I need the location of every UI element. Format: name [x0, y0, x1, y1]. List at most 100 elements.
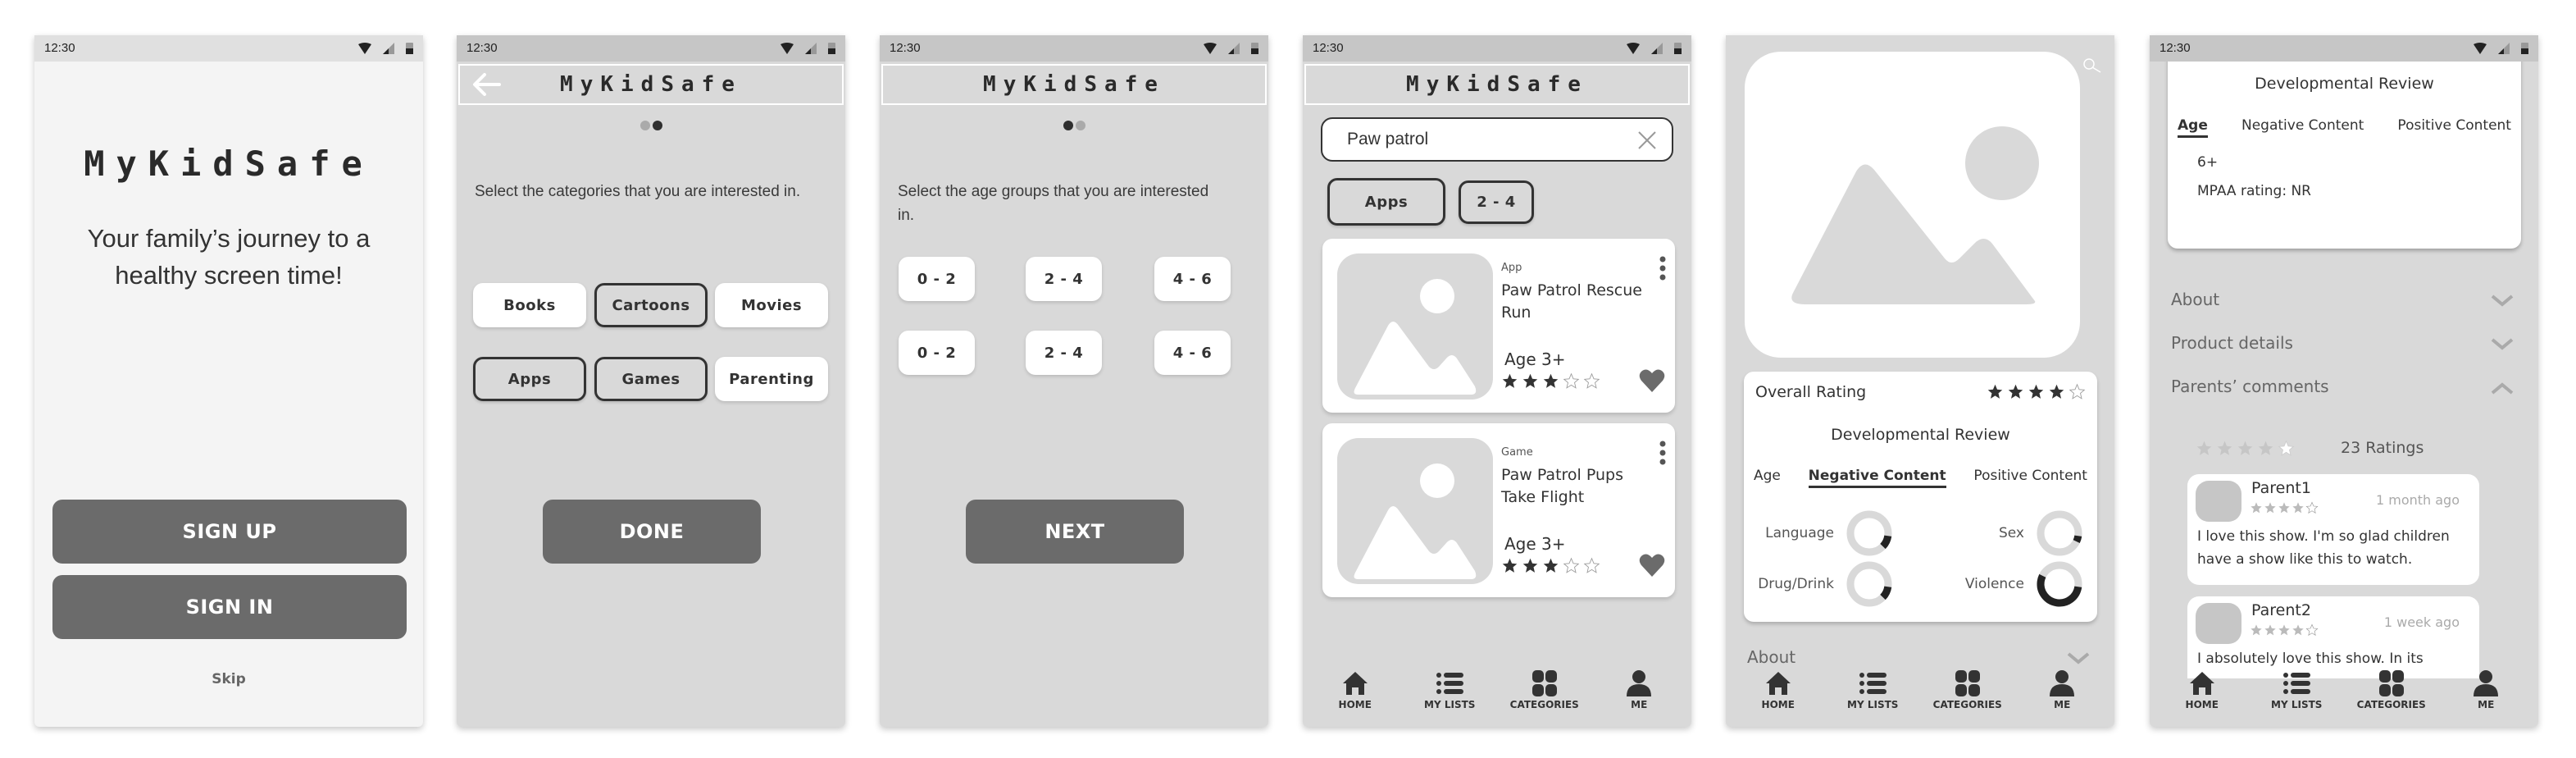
tab-age[interactable]: Age — [1754, 468, 1781, 488]
age-chip-0-2[interactable]: 0 - 2 — [899, 257, 975, 301]
comment-author: Parent1 — [2251, 479, 2311, 497]
clear-search-icon[interactable] — [1637, 130, 1657, 150]
age-chip-4-6[interactable]: 4 - 6 — [1154, 331, 1231, 375]
search-field[interactable] — [1321, 117, 1673, 162]
grid-icon — [1954, 669, 1982, 697]
result-card[interactable]: App Paw Patrol Rescue Run Age 3+ — [1322, 239, 1675, 413]
sign-up-button[interactable]: SIGN UP — [52, 500, 407, 564]
star-filled-icon — [2292, 501, 2305, 514]
done-button[interactable]: DONE — [543, 500, 761, 564]
star-filled-icon — [1542, 372, 1559, 390]
avatar — [2196, 603, 2241, 644]
wifi-icon — [2474, 42, 2487, 54]
home-icon — [1764, 669, 1792, 697]
age-chip-4-6[interactable]: 4 - 6 — [1154, 257, 1231, 301]
age-chip-0-2[interactable]: 0 - 2 — [899, 331, 975, 375]
skip-link[interactable]: Skip — [34, 671, 423, 687]
nav-home[interactable]: HOME — [1733, 669, 1823, 710]
gauge-track — [1846, 561, 1892, 607]
star-filled-icon — [2264, 501, 2277, 514]
gauge-label: Drug/Drink — [1758, 576, 1834, 592]
age-prompt: Select the age groups that you are inter… — [898, 183, 1209, 224]
rating-card: Overall Rating Developmental Review Age … — [1744, 372, 2097, 622]
star-empty-icon — [1563, 372, 1580, 390]
nav-categories[interactable]: CATEGORIES — [1923, 669, 2013, 710]
age-content: 6+ MPAA rating: NR — [2197, 148, 2311, 206]
page-dot — [1075, 121, 1085, 130]
wifi-icon — [358, 42, 371, 54]
bottom-nav: HOME MY LISTS CATEGORIES ME — [2150, 669, 2538, 727]
chevron-up-icon — [2491, 382, 2514, 395]
nav-label: HOME — [2185, 699, 2219, 710]
category-chip-books[interactable]: Books — [473, 283, 586, 327]
nav-my-lists[interactable]: MY LISTS — [2251, 669, 2342, 710]
nav-my-lists[interactable]: MY LISTS — [1404, 669, 1495, 710]
nav-me[interactable]: ME — [1594, 669, 1684, 710]
accordion-product-details[interactable]: Product details — [2150, 328, 2538, 361]
category-chip-movies[interactable]: Movies — [715, 283, 828, 327]
tab-negative-content[interactable]: Negative Content — [2241, 117, 2364, 138]
comment-time: 1 week ago — [2383, 614, 2460, 630]
page-dot-active — [652, 121, 662, 130]
battery-icon — [1674, 43, 1682, 54]
tab-positive-content[interactable]: Positive Content — [2397, 117, 2511, 138]
dev-review-tabs: Age Negative Content Positive Content — [2168, 117, 2521, 138]
signal-icon — [1651, 42, 1663, 54]
sign-in-button[interactable]: SIGN IN — [52, 575, 407, 639]
star-filled-icon — [2257, 440, 2274, 457]
ratings-summary: 23 Ratings — [2196, 439, 2424, 457]
detail-screen: Overall Rating Developmental Review Age … — [1726, 35, 2114, 727]
star-filled-icon — [2048, 383, 2065, 400]
zoom-icon[interactable] — [2079, 57, 2104, 75]
battery-icon — [828, 43, 835, 54]
category-chip-parenting[interactable]: Parenting — [715, 357, 828, 401]
status-time: 12:30 — [890, 41, 921, 55]
chevron-down-icon — [2491, 338, 2514, 350]
tab-age[interactable]: Age — [2178, 117, 2208, 138]
accordion-about[interactable]: About — [2150, 285, 2538, 317]
category-chip-cartoons[interactable]: Cartoons — [594, 283, 708, 327]
search-input[interactable] — [1347, 127, 1618, 152]
filter-chip-apps[interactable]: Apps — [1327, 178, 1445, 226]
more-options-icon[interactable] — [1659, 440, 1667, 466]
nav-home[interactable]: HOME — [2157, 669, 2247, 710]
chevron-down-icon — [2067, 652, 2090, 664]
category-chip-apps[interactable]: Apps — [473, 357, 586, 401]
gauge-ring — [1846, 510, 1892, 556]
nav-my-lists[interactable]: MY LISTS — [1827, 669, 1918, 710]
nav-label: HOME — [1761, 699, 1795, 710]
category-chip-games[interactable]: Games — [594, 357, 708, 401]
age-chip-2-4[interactable]: 2 - 4 — [1026, 331, 1102, 375]
filter-chip-age[interactable]: 2 - 4 — [1459, 180, 1534, 224]
grid-icon — [1531, 669, 1559, 697]
nav-home[interactable]: HOME — [1310, 669, 1400, 710]
star-filled-icon — [1522, 372, 1539, 390]
nav-me[interactable]: ME — [2017, 669, 2107, 710]
review-screen: Developmental Review Age Negative Conten… — [2150, 35, 2538, 727]
star-filled-icon — [2250, 623, 2263, 637]
age-chip-2-4[interactable]: 2 - 4 — [1026, 257, 1102, 301]
result-title: Paw Patrol Pups Take Flight — [1501, 466, 1623, 506]
ratings-count: 23 Ratings — [2341, 439, 2424, 457]
more-options-icon[interactable] — [1659, 255, 1667, 281]
page-dot-active — [1063, 121, 1073, 130]
nav-label: ME — [2054, 699, 2071, 710]
result-card[interactable]: Game Paw Patrol Pups Take Flight Age 3+ — [1322, 423, 1675, 597]
status-time: 12:30 — [467, 41, 498, 55]
dev-review-title: Developmental Review — [2255, 75, 2434, 93]
star-empty-icon — [1563, 557, 1580, 574]
result-kind: Game — [1501, 446, 1533, 459]
favorite-heart-icon[interactable] — [1639, 553, 1665, 578]
tab-positive-content[interactable]: Positive Content — [1973, 468, 2087, 488]
grid-icon — [2378, 669, 2405, 697]
next-button[interactable]: NEXT — [966, 500, 1184, 564]
tab-negative-content[interactable]: Negative Content — [1808, 468, 1946, 488]
nav-categories[interactable]: CATEGORIES — [2346, 669, 2437, 710]
star-empty-icon — [1583, 372, 1600, 390]
accordion-parents-comments[interactable]: Parents’ comments — [2150, 372, 2538, 404]
home-icon — [1341, 669, 1369, 697]
nav-categories[interactable]: CATEGORIES — [1500, 669, 1590, 710]
nav-me[interactable]: ME — [2441, 669, 2531, 710]
app-bar: MyKidSafe — [1304, 64, 1690, 105]
favorite-heart-icon[interactable] — [1639, 368, 1665, 393]
